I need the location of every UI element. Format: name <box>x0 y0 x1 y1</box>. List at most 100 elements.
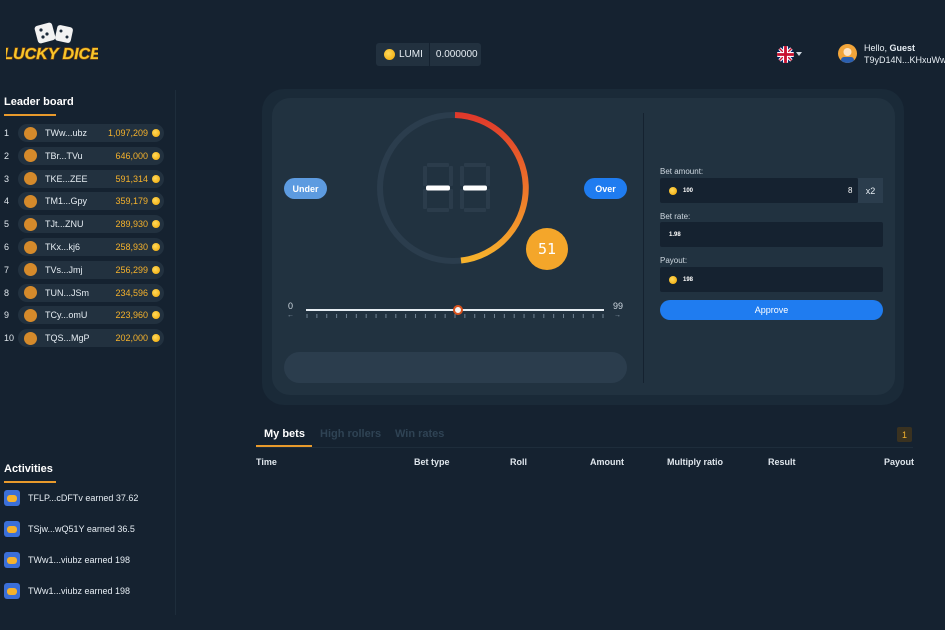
player-score: 1,097,209 <box>107 128 148 138</box>
uk-flag-icon[interactable] <box>777 46 794 63</box>
leaderboard-row[interactable]: 6 TKx...kj6 258,930 <box>0 238 164 256</box>
player-score: 202,000 <box>115 333 148 344</box>
activity-item: TWw1...viubz earned 198 <box>4 583 130 599</box>
leaderboard-entry[interactable]: TKE...ZEE 591,314 <box>18 169 164 188</box>
user-wallet-id: T9yD14N...KHxuWwb <box>864 55 945 65</box>
leaderboard-rank: 4 <box>4 196 10 207</box>
player-score: 289,930 <box>115 219 148 230</box>
leaderboard-rank: 8 <box>4 287 10 298</box>
player-avatar <box>24 126 37 140</box>
leaderboard-row[interactable]: 10 TQS...MgP 202,000 <box>0 329 164 348</box>
coins-icon <box>4 521 20 537</box>
bet-amount-value: 100 <box>683 187 694 194</box>
leaderboard-entry[interactable]: TVs...Jmj 256,299 <box>18 260 164 279</box>
col-payout: Payout <box>884 457 915 467</box>
target-slider-thumb[interactable] <box>452 305 463 315</box>
leaderboard-row[interactable]: 2 TBr...TVu 646,000 <box>0 146 164 165</box>
target-number-badge: 51 <box>526 228 568 270</box>
coin-icon <box>669 275 677 284</box>
coin-icon <box>152 265 160 274</box>
activity-text: TWw1...viubz earned 198 <box>28 555 131 565</box>
language-dropdown-icon[interactable] <box>796 52 802 56</box>
tab-my-bets[interactable]: My bets <box>264 428 305 440</box>
user-avatar[interactable] <box>838 44 857 63</box>
greeting-prefix: Hello, <box>864 43 888 53</box>
arrow-left-icon: ← <box>287 312 294 319</box>
player-name: TM1...Gpy <box>45 196 88 207</box>
col-time: Time <box>256 457 277 467</box>
leaderboard-entry[interactable]: TCy...omU 223,960 <box>18 306 164 325</box>
bet-amount-stepper[interactable]: 8 <box>848 186 852 195</box>
activities-title-underline <box>4 481 56 483</box>
panel-divider <box>643 113 644 383</box>
leaderboard-entry[interactable]: TQS...MgP 202,000 <box>18 329 164 348</box>
currency-selector[interactable]: LUMI <box>376 43 430 66</box>
player-name: TQS...MgP <box>45 333 90 344</box>
balance-display[interactable]: LUMI 0.000000 <box>376 43 481 66</box>
coin-icon <box>152 220 160 229</box>
tab-high-rollers[interactable]: High rollers <box>320 428 381 440</box>
coin-icon <box>152 243 160 251</box>
leaderboard-rank: 3 <box>4 173 10 184</box>
leaderboard-entry[interactable]: TUN...JSm 234,596 <box>18 283 164 302</box>
player-name: TKE...ZEE <box>45 173 88 184</box>
coins-icon <box>4 490 20 506</box>
slider-max-label: 99 <box>613 301 624 311</box>
activities-title: Activities <box>4 463 53 475</box>
player-name: TVs...Jmj <box>45 264 83 275</box>
leaderboard-row[interactable]: 9 TCy...omU 223,960 <box>0 306 164 325</box>
player-score: 234,596 <box>115 287 148 298</box>
payout-value: 198 <box>683 276 694 283</box>
page-number[interactable]: 1 <box>897 427 912 442</box>
slider-ticks <box>306 314 604 318</box>
coin-icon <box>152 311 160 320</box>
under-button[interactable]: Under <box>284 178 327 199</box>
leaderboard-entry[interactable]: TJt...ZNU 289,930 <box>18 215 164 234</box>
roll-digit-left <box>423 163 453 212</box>
slider-min-label: 0 <box>288 301 294 311</box>
coin-icon <box>152 334 160 343</box>
greeting-name: Guest <box>889 43 916 53</box>
leaderboard-rank: 2 <box>4 150 10 161</box>
leaderboard-entry[interactable]: TM1...Gpy 359,179 <box>18 192 164 211</box>
leaderboard-entry[interactable]: TBr...TVu 646,000 <box>18 146 164 165</box>
player-avatar <box>24 194 37 208</box>
player-score: 256,299 <box>115 264 148 275</box>
activity-item: TWw1...viubz earned 198 <box>4 552 130 568</box>
coin-icon <box>152 151 160 160</box>
player-score: 591,314 <box>115 173 148 184</box>
activity-text: TSjw...wQ51Y earned 36.5 <box>28 524 135 534</box>
activity-text: TWw1...viubz earned 198 <box>28 586 131 596</box>
leaderboard-title-underline <box>4 114 56 116</box>
leaderboard-row[interactable]: 1 TWw...ubz 1,097,209 <box>0 124 164 142</box>
tab-win-rates[interactable]: Win rates <box>395 428 444 440</box>
bet-amount-label: Bet amount: <box>660 167 704 176</box>
over-button[interactable]: Over <box>584 178 627 199</box>
leaderboard-row[interactable]: 3 TKE...ZEE 591,314 <box>0 169 164 188</box>
leaderboard-row[interactable]: 4 TM1...Gpy 359,179 <box>0 192 164 211</box>
payout-label: Payout: <box>660 256 688 265</box>
leaderboard-row[interactable]: 5 TJt...ZNU 289,930 <box>0 215 164 234</box>
lucky-dice-logo[interactable]: LUCKY DICE <box>3 22 103 70</box>
bet-amount-input[interactable]: 100 <box>660 178 858 203</box>
player-score: 223,960 <box>115 310 148 321</box>
result-message-bar <box>284 352 627 383</box>
player-score: 359,179 <box>115 196 148 207</box>
bet-rate-value: 1.98 <box>669 231 681 238</box>
leaderboard-entry[interactable]: TKx...kj6 258,930 <box>18 238 164 256</box>
coin-icon <box>152 288 160 297</box>
approve-button[interactable]: Approve <box>660 300 883 320</box>
lumi-coin-icon <box>384 49 395 60</box>
arrow-right-icon: → <box>614 312 621 319</box>
leaderboard-rank: 5 <box>4 219 10 230</box>
multiply-x2-button[interactable]: x2 <box>858 178 883 203</box>
activity-item: TFLP...cDFTv earned 37.62 <box>4 490 138 506</box>
col-result: Result <box>768 457 796 467</box>
player-score: 258,930 <box>115 242 148 252</box>
activity-text: TFLP...cDFTv earned 37.62 <box>28 493 139 503</box>
coin-icon <box>669 186 677 195</box>
leaderboard-entry[interactable]: TWw...ubz 1,097,209 <box>18 124 164 142</box>
leaderboard-row[interactable]: 7 TVs...Jmj 256,299 <box>0 260 164 279</box>
player-avatar <box>24 308 37 322</box>
leaderboard-row[interactable]: 8 TUN...JSm 234,596 <box>0 283 164 302</box>
